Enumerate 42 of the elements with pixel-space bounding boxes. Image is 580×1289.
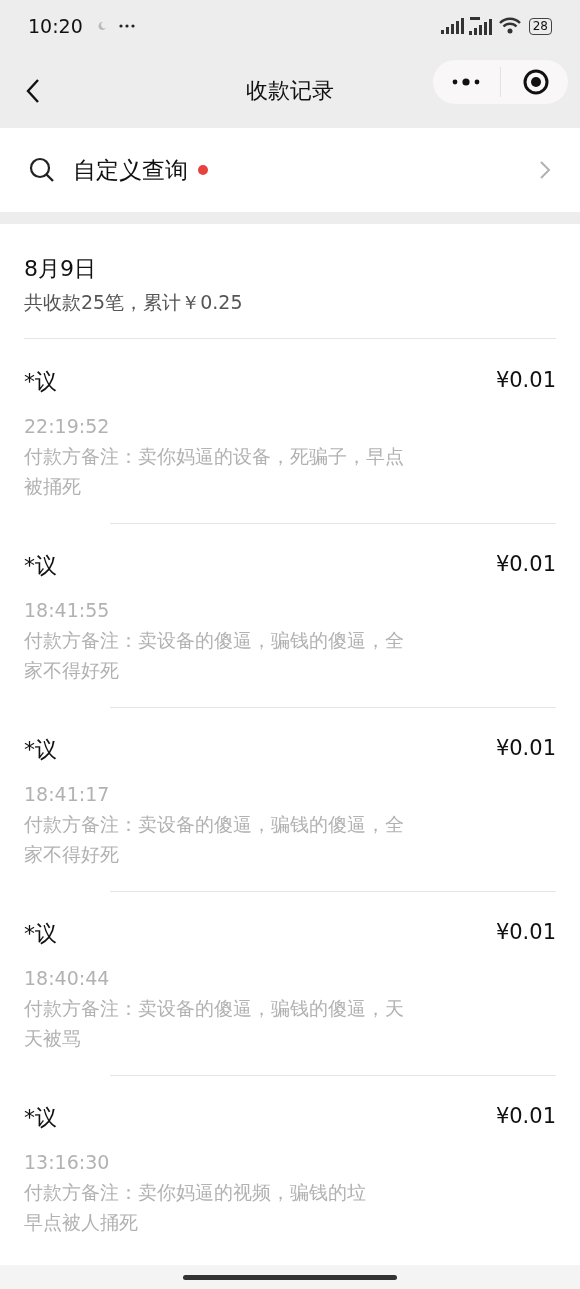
remark-line: 天被骂: [24, 1026, 81, 1051]
payment-time: 18:40:44: [24, 966, 111, 991]
remark-line: 早点被人捅死: [24, 1210, 138, 1235]
payment-time: 22:19:52: [24, 414, 111, 439]
remark-line: 付款方备注：卖你妈逼的视频，骗钱的垃: [24, 1180, 366, 1205]
date-heading: 8月9日: [24, 255, 97, 283]
payer-name: *议: [24, 1103, 57, 1132]
amount: ¥0.01: [495, 367, 556, 395]
payer-name: *议: [24, 551, 57, 580]
remark-line: 付款方备注：卖你妈逼的设备，死骗子，早点: [24, 444, 404, 469]
payment-time: 18:41:55: [24, 598, 111, 623]
payment-time: 13:16:30: [24, 1150, 111, 1175]
back-icon[interactable]: [26, 79, 40, 103]
remark-line: 付款方备注：卖设备的傻逼，骗钱的傻逼，天: [24, 996, 404, 1021]
wifi-icon: [497, 17, 522, 35]
close-target-icon[interactable]: [523, 69, 549, 95]
remark-line: 被捅死: [24, 474, 81, 499]
payer-name: *议: [24, 919, 57, 948]
remark-line: 家不得好死: [24, 842, 119, 867]
custom-query-row[interactable]: 自定义查询: [0, 128, 580, 212]
chevron-right-icon: [539, 160, 551, 180]
remark-line: 家不得好死: [24, 658, 119, 683]
remark-line: 付款方备注：卖设备的傻逼，骗钱的傻逼，全: [24, 628, 404, 653]
amount: ¥0.01: [495, 919, 556, 947]
more-icon[interactable]: [452, 78, 480, 86]
payer-name: *议: [24, 367, 57, 396]
remark-line: 付款方备注：卖设备的傻逼，骗钱的傻逼，全: [24, 812, 404, 837]
amount: ¥0.01: [495, 1103, 556, 1131]
amount: ¥0.01: [495, 551, 556, 579]
custom-query-label: 自定义查询: [73, 155, 188, 185]
battery-indicator: 28: [528, 17, 552, 35]
page-title: 收款记录: [246, 76, 334, 105]
search-icon: [29, 157, 55, 183]
moon-icon: [96, 21, 107, 31]
more-icon: [118, 24, 135, 28]
status-time: 10:20: [28, 13, 83, 39]
payer-name: *议: [24, 735, 57, 764]
signal-icon: [440, 18, 465, 34]
signal-hd-icon: [468, 17, 493, 35]
payment-time: 18:41:17: [24, 782, 111, 807]
amount: ¥0.01: [495, 735, 556, 763]
day-summary: 共收款25笔，累计￥0.25: [24, 290, 244, 315]
